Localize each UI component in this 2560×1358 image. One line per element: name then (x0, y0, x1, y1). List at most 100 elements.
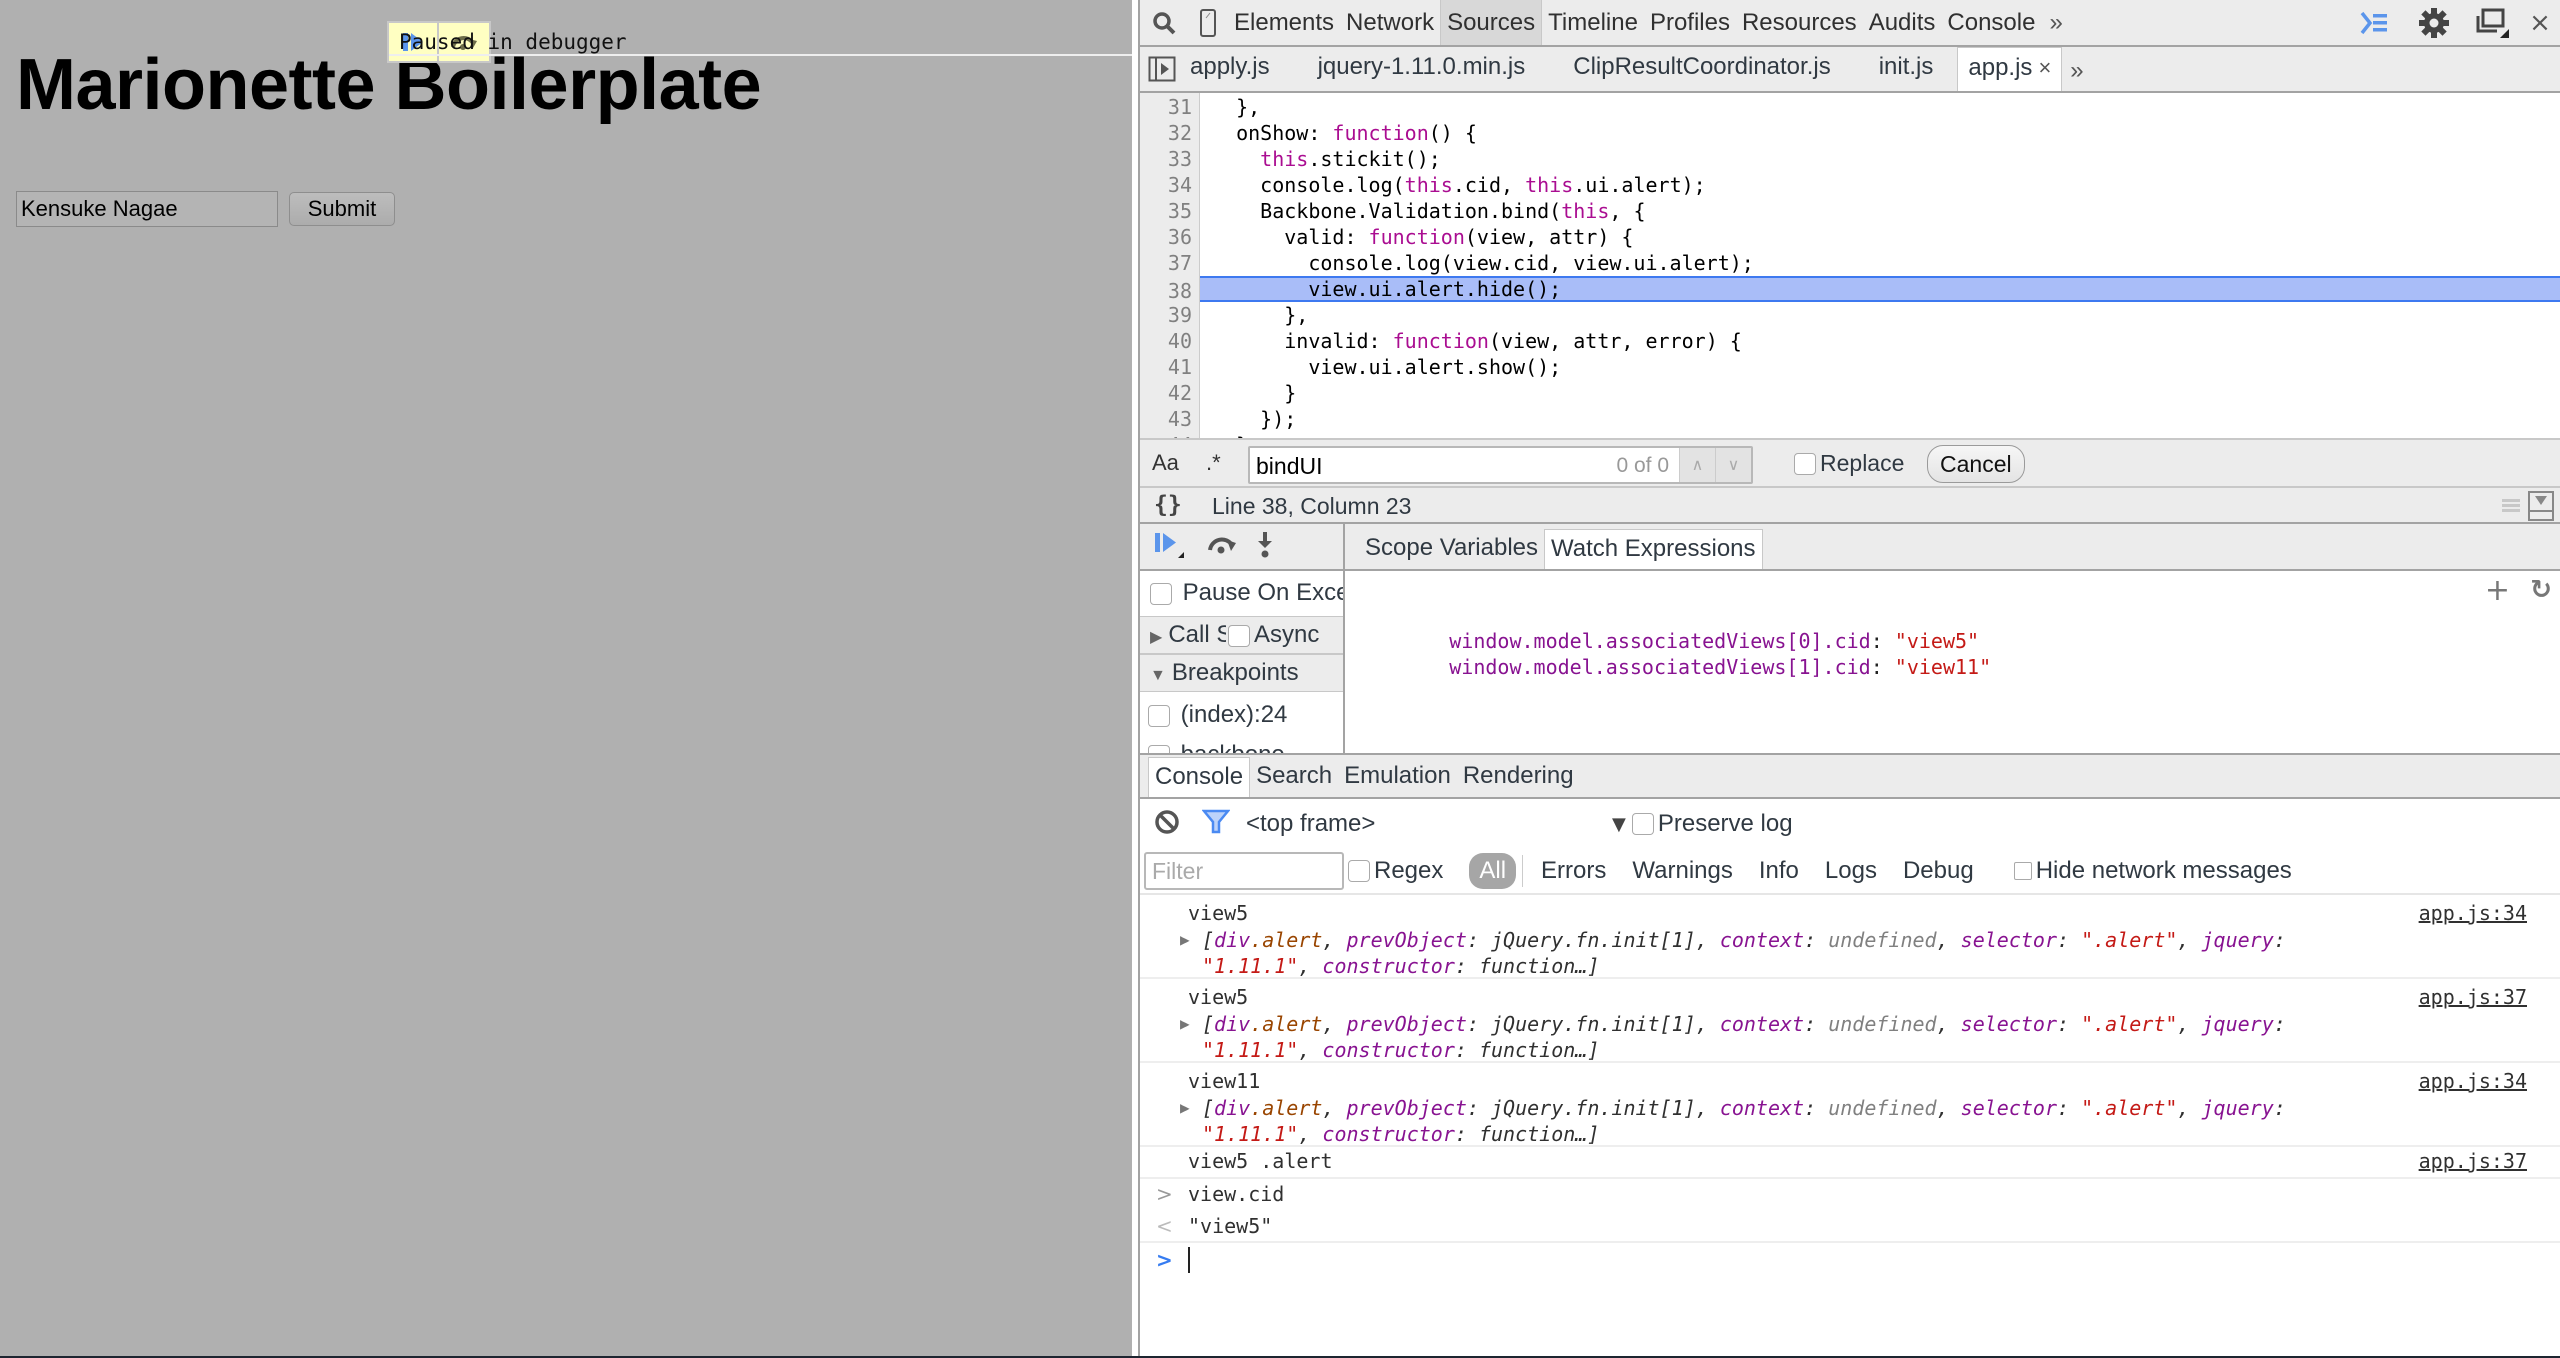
line-number[interactable]: 43 (1140, 406, 1192, 432)
search-button[interactable] (1140, 0, 1188, 45)
expand-object-icon[interactable]: ▶ (1180, 927, 1190, 953)
resume-button[interactable] (1154, 530, 1188, 564)
filter-toggle-button[interactable] (1201, 808, 1231, 840)
code-line[interactable]: 31 }, (1140, 94, 2560, 120)
panel-tab-resources[interactable]: Resources (1736, 0, 1863, 45)
line-number[interactable]: 40 (1140, 328, 1192, 354)
drawer-tab-rendering[interactable]: Rendering (1457, 757, 1580, 797)
drawer-tab-emulation[interactable]: Emulation (1338, 757, 1457, 797)
object-preview[interactable]: ▶ [div.alert, prevObject: jQuery.fn.init[… (1180, 1011, 2286, 1063)
device-mode-button[interactable] (1188, 0, 1228, 45)
breakpoint-checkbox[interactable] (1148, 744, 1170, 753)
search-next-button[interactable]: ∨ (1715, 448, 1751, 482)
breakpoint-item[interactable]: backbone (1140, 737, 1343, 753)
code-line[interactable]: 35 Backbone.Validation.bind(this, { (1140, 198, 2560, 224)
clear-console-button[interactable] (1154, 809, 1180, 839)
console-prompt[interactable]: > (1140, 1243, 2560, 1283)
frame-dropdown-arrow-icon[interactable]: ▼ (1612, 814, 1626, 835)
line-number[interactable]: 39 (1140, 302, 1192, 328)
preserve-log-toggle[interactable]: Preserve log (1631, 810, 1793, 838)
panel-tab-console[interactable]: Console (1941, 0, 2041, 45)
object-preview[interactable]: ▶ [div.alert, prevObject: jQuery.fn.init[… (1180, 927, 2286, 979)
navigator-toggle-button[interactable] (1140, 47, 1184, 91)
panel-tab-network[interactable]: Network (1340, 0, 1440, 45)
file-tab-app-js[interactable]: app.js × (1957, 47, 2063, 91)
code-line[interactable]: 32 onShow: function() { (1140, 120, 2560, 146)
level-info[interactable]: Info (1759, 857, 1799, 885)
replace-checkbox[interactable] (1794, 452, 1816, 475)
async-checkbox[interactable] (1228, 624, 1250, 647)
match-case-toggle[interactable]: Aa (1152, 450, 1179, 476)
panel-tab-sources[interactable]: Sources (1440, 0, 1543, 45)
line-number[interactable]: 38 (1140, 278, 1192, 304)
tab-scope-variables[interactable]: Scope Variables (1359, 529, 1544, 569)
search-prev-button[interactable]: ∧ (1679, 448, 1715, 482)
panel-tab-elements[interactable]: Elements (1228, 0, 1340, 45)
line-number[interactable]: 36 (1140, 224, 1192, 250)
panel-tab-audits[interactable]: Audits (1863, 0, 1942, 45)
level-warnings[interactable]: Warnings (1632, 857, 1732, 885)
settings-button[interactable] (2404, 0, 2464, 45)
refresh-watch-button[interactable]: ↻ (2530, 575, 2552, 605)
console-filter-input[interactable] (1144, 852, 1344, 890)
line-number[interactable]: 31 (1140, 94, 1192, 120)
preserve-log-checkbox[interactable] (1631, 813, 1654, 835)
line-number[interactable]: 32 (1140, 120, 1192, 146)
file-tab-clipresultcoordinator[interactable]: ClipResultCoordinator.js (1549, 47, 1854, 91)
level-errors[interactable]: Errors (1541, 857, 1606, 885)
regex-checkbox[interactable] (1348, 860, 1370, 882)
message-source-link[interactable]: app.js:34 (2419, 901, 2527, 925)
line-number[interactable]: 35 (1140, 198, 1192, 224)
hide-network-toggle[interactable]: Hide network messages (2013, 857, 2292, 885)
line-number[interactable]: 33 (1140, 146, 1192, 172)
code-line-highlighted[interactable]: 38 view.ui.alert.hide(); (1168, 276, 2560, 303)
code-line[interactable]: 42 } (1140, 380, 2560, 406)
pause-on-exceptions[interactable]: Pause On Exceptions (1140, 575, 1343, 611)
devtools-splitter[interactable] (1132, 0, 1140, 1356)
more-panels-button[interactable]: » (2041, 9, 2070, 37)
code-line[interactable]: 33 this.stickit(); (1140, 146, 2560, 172)
level-logs[interactable]: Logs (1825, 857, 1877, 885)
add-watch-expression-button[interactable]: + (2485, 573, 2510, 608)
expand-object-icon[interactable]: ▶ (1180, 1011, 1190, 1037)
hide-network-checkbox[interactable] (2013, 862, 2032, 880)
toggle-debugger-sidebar-button[interactable] (2528, 491, 2554, 525)
replace-toggle[interactable]: Replace (1794, 450, 1904, 477)
panel-tab-profiles[interactable]: Profiles (1644, 0, 1736, 45)
file-tab-apply-js[interactable]: apply.js (1184, 47, 1294, 91)
sidebar-menu-icon[interactable] (2502, 497, 2520, 517)
search-input[interactable] (1256, 451, 1586, 481)
line-number[interactable]: 42 (1140, 380, 1192, 406)
pause-on-exceptions-checkbox[interactable] (1150, 582, 1172, 605)
message-source-link[interactable]: app.js:37 (2419, 1149, 2527, 1173)
dock-side-button[interactable] (2464, 0, 2520, 45)
step-over-button[interactable] (1206, 533, 1238, 561)
line-number[interactable]: 34 (1140, 172, 1192, 198)
call-stack-section[interactable]: ▶ Call Stack Async (1140, 616, 1343, 654)
code-line[interactable]: 37 console.log(view.cid, view.ui.alert); (1140, 250, 2560, 276)
drawer-tab-search[interactable]: Search (1250, 757, 1338, 797)
code-editor[interactable]: 31 }, 32 onShow: function() {33 this.stic… (1140, 93, 2560, 438)
submit-button[interactable]: Submit (289, 192, 395, 226)
level-debug[interactable]: Debug (1903, 857, 1974, 885)
code-line[interactable]: 40 invalid: function(view, attr, error) … (1140, 328, 2560, 354)
level-all[interactable]: All (1469, 853, 1517, 889)
close-devtools-button[interactable]: × (2520, 0, 2560, 45)
tab-watch-expressions[interactable]: Watch Expressions (1544, 529, 1763, 569)
pretty-print-button[interactable]: {} (1154, 492, 1182, 518)
regex-filter-toggle[interactable]: Regex (1348, 857, 1443, 885)
drawer-toggle-button[interactable] (2344, 0, 2404, 45)
step-into-button[interactable] (1256, 530, 1274, 564)
watch-expression[interactable]: window.model.associatedViews[1].cid: "vi… (1377, 631, 1991, 703)
breakpoints-section[interactable]: ▼ Breakpoints (1140, 654, 1343, 692)
frame-selector[interactable]: <top frame> (1246, 810, 1612, 838)
more-files-button[interactable]: » (2062, 51, 2091, 91)
code-line[interactable]: 39 }, (1140, 302, 2560, 328)
message-source-link[interactable]: app.js:37 (2419, 985, 2527, 1009)
code-line[interactable]: 43 }); (1140, 406, 2560, 432)
code-line[interactable]: 41 view.ui.alert.show(); (1140, 354, 2560, 380)
name-input[interactable] (16, 191, 278, 227)
line-number[interactable]: 37 (1140, 250, 1192, 276)
regex-toggle[interactable]: .* (1206, 450, 1221, 476)
panel-tab-timeline[interactable]: Timeline (1542, 0, 1644, 45)
